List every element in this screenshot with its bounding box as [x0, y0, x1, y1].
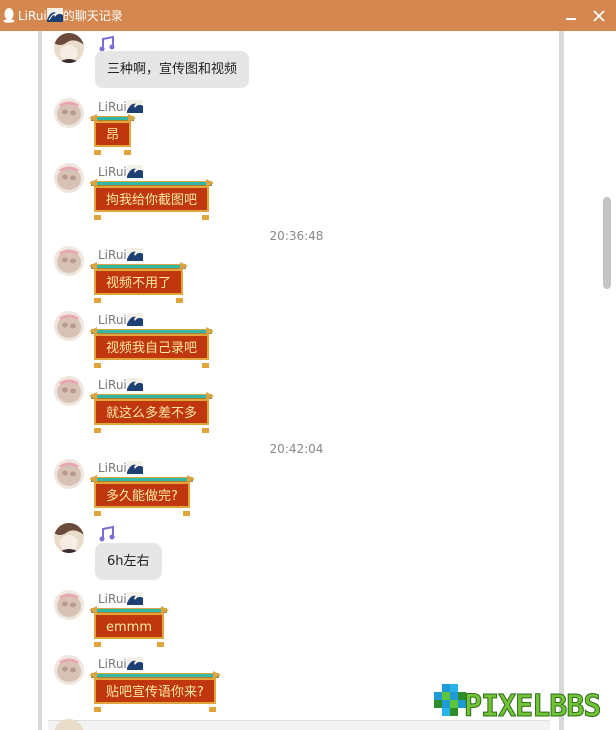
message-bubble-self[interactable]: 6h左右: [95, 543, 162, 580]
wave-emoji-icon: [126, 100, 143, 113]
avatar-other[interactable]: [54, 311, 84, 341]
sender-name: LiRui: [98, 248, 143, 262]
wave-emoji-icon: [46, 8, 63, 22]
window-title: LiRui 的聊天记录: [18, 8, 123, 24]
timestamp: 20:42:04: [269, 442, 324, 456]
message-bubble-other[interactable]: 视频我自己录吧: [89, 327, 215, 368]
message-text: 就这么多差不多: [106, 406, 198, 421]
message-text: 视频我自己录吧: [106, 341, 198, 356]
message-bubble-other[interactable]: 拘我给你截图吧: [89, 179, 215, 220]
wave-emoji-icon: [126, 461, 143, 474]
message-bubble-other[interactable]: 多久能做完?: [89, 475, 195, 516]
timestamp: 20:36:48: [269, 229, 324, 243]
chat-border-right: [559, 31, 564, 730]
message-bubble-other[interactable]: 就这么多差不多: [89, 392, 215, 433]
avatar-other[interactable]: [54, 246, 84, 276]
scrollbar-thumb[interactable]: [603, 197, 611, 289]
watermark-text: PIXELBBS: [464, 689, 602, 725]
message-text: 昂: [106, 128, 120, 143]
avatar-other[interactable]: [54, 590, 84, 620]
wave-emoji-icon: [126, 378, 143, 391]
window-title-name: LiRui: [18, 9, 47, 23]
message-bubble-other[interactable]: 贴吧宣传语你来?: [89, 671, 221, 712]
message-bubble-self[interactable]: 三种啊，宣传图和视频: [95, 51, 250, 88]
sender-name: LiRui: [98, 100, 143, 114]
wave-emoji-icon: [126, 313, 143, 326]
sender-name: LiRui: [98, 378, 143, 392]
avatar-other[interactable]: [54, 163, 84, 193]
avatar-other[interactable]: [54, 459, 84, 489]
sender-name: LiRui: [98, 461, 143, 475]
wave-emoji-icon: [126, 657, 143, 670]
sender-name: LiRui: [98, 657, 143, 671]
sender-name: LiRui: [98, 313, 143, 327]
window-title-suffix: 的聊天记录: [62, 9, 123, 23]
message-bubble-other[interactable]: 昂: [89, 114, 137, 155]
wave-emoji-icon: [126, 165, 143, 178]
message-text: 贴吧宣传语你来?: [106, 685, 204, 700]
avatar-other[interactable]: [54, 98, 84, 128]
wave-emoji-icon: [126, 248, 143, 261]
avatar-self[interactable]: [54, 33, 84, 63]
message-text: 拘我给你截图吧: [106, 193, 198, 208]
avatar-self-partial: [54, 719, 84, 730]
sender-name: LiRui: [98, 592, 143, 606]
avatar-other[interactable]: [54, 376, 84, 406]
message-text: 多久能做完?: [106, 489, 178, 504]
wave-emoji-icon: [126, 592, 143, 605]
message-bubble-other[interactable]: emmm: [89, 606, 169, 647]
chat-border-left: [38, 31, 42, 730]
close-icon[interactable]: [591, 8, 607, 24]
music-note-icon: [99, 525, 115, 542]
qq-penguin-icon: [3, 8, 15, 23]
message-text: 视频不用了: [106, 276, 172, 291]
title-bar: LiRui 的聊天记录: [0, 0, 616, 31]
avatar-self[interactable]: [54, 523, 84, 553]
message-text: emmm: [106, 620, 152, 635]
avatar-other[interactable]: [54, 655, 84, 685]
message-bubble-other[interactable]: 视频不用了: [89, 262, 189, 303]
sender-name: LiRui: [98, 165, 143, 179]
minimize-icon[interactable]: [563, 8, 579, 24]
